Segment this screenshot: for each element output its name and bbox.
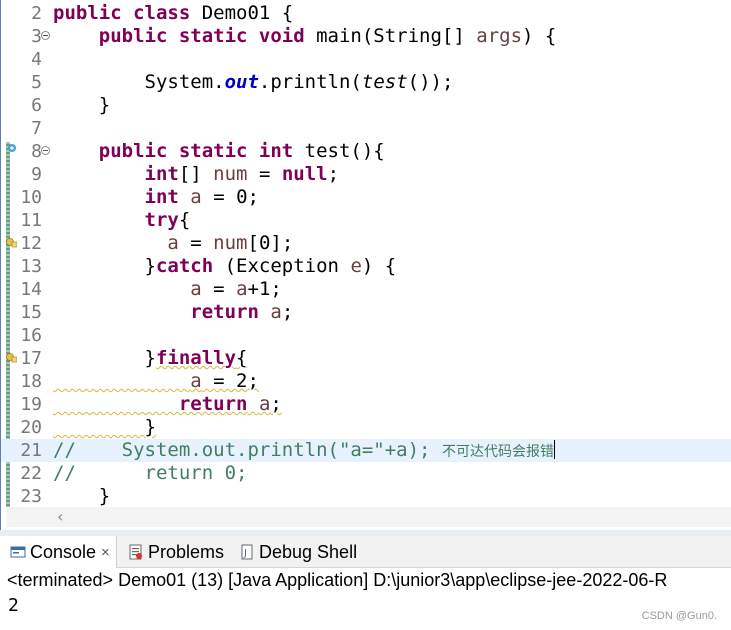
line-number: 10 (20, 187, 42, 208)
text-caret (553, 440, 555, 459)
line-number: 17 (20, 348, 42, 369)
debug-shell-icon: J (241, 544, 253, 560)
tab-problems[interactable]: Problems (128, 536, 224, 568)
code-line-current[interactable]: 21 // System.out.println("a="+a); 不可达代码会… (1, 439, 731, 462)
code-text[interactable]: } (53, 485, 110, 508)
line-number: 6 (31, 95, 42, 116)
code-text[interactable]: public static int test(){ (53, 140, 385, 163)
code-line[interactable]: 4 (1, 48, 731, 71)
line-number: 5 (31, 72, 42, 93)
code-text[interactable]: a = a+1; (53, 278, 282, 301)
tab-debug-shell[interactable]: J Debug Shell (239, 536, 357, 568)
code-text[interactable]: try{ (53, 209, 191, 232)
line-number: 9 (31, 164, 42, 185)
line-number: 7 (31, 118, 42, 139)
horizontal-scrollbar[interactable]: ‹ (7, 507, 731, 527)
code-text[interactable]: }finally{ (53, 347, 248, 370)
console-icon (10, 546, 26, 558)
code-line[interactable]: 2 public class Demo01 { (1, 2, 731, 25)
line-number: 22 (20, 463, 42, 484)
line-number: 4 (31, 49, 42, 70)
fold-collapse-icon[interactable] (41, 146, 50, 155)
panel-tab-bar: Console × Problems J Debug Shell (0, 536, 731, 568)
tab-label: Debug Shell (259, 541, 358, 562)
code-line[interactable]: 12 a = num[0]; (1, 232, 731, 255)
code-line[interactable]: 16 (1, 324, 731, 347)
code-line[interactable]: 7 (1, 117, 731, 140)
line-number: 14 (20, 279, 42, 300)
code-line[interactable]: 5 System.out.println(test()); (1, 71, 731, 94)
code-text[interactable]: a = num[0]; (53, 232, 293, 255)
code-line[interactable]: 8 public static int test(){ (1, 140, 731, 163)
watermark: CSDN @Gun0. (641, 610, 717, 622)
code-line[interactable]: 15 return a; (1, 301, 731, 324)
fold-collapse-icon[interactable] (41, 31, 50, 40)
code-text[interactable]: return a; (53, 393, 282, 416)
code-text[interactable]: }catch (Exception e) { (53, 255, 397, 278)
line-number: 23 (20, 486, 42, 507)
line-number: 2 (31, 3, 42, 24)
code-line[interactable]: 20 } (1, 416, 731, 439)
svg-text:J: J (243, 548, 247, 559)
code-text[interactable]: // System.out.println("a="+a); 不可达代码会报错 (53, 439, 555, 464)
comment-cjk-text: 不可达代码会报错 (441, 444, 554, 460)
line-number: 12 (20, 233, 42, 254)
code-text[interactable]: // return 0; (53, 462, 247, 485)
comment-text: // System.out.println("a="+a); (53, 439, 431, 461)
code-line[interactable]: 17 }finally{ (1, 347, 731, 370)
code-line[interactable]: 23 } (1, 485, 731, 508)
console-output[interactable]: 2 (8, 594, 19, 618)
code-line[interactable]: 11 try{ (1, 209, 731, 232)
line-number: 16 (20, 325, 42, 346)
code-text[interactable]: int[] num = null; (53, 163, 340, 186)
line-number: 20 (20, 417, 42, 438)
scroll-left-icon[interactable]: ‹ (57, 507, 63, 527)
code-line[interactable]: 3 public static void main(String[] args)… (1, 25, 731, 48)
code-line[interactable]: 14 a = a+1; (1, 278, 731, 301)
code-line[interactable]: 13 }catch (Exception e) { (1, 255, 731, 278)
console-view[interactable]: <terminated> Demo01 (13) [Java Applicati… (0, 568, 731, 630)
tab-label: Problems (148, 541, 225, 562)
tab-label: Console (30, 541, 97, 562)
code-line[interactable]: 19 return a; (1, 393, 731, 416)
code-text[interactable]: System.out.println(test()); (53, 71, 454, 94)
code-editor[interactable]: 2 public class Demo01 { 3 public static … (0, 0, 731, 530)
code-line[interactable]: 18 a = 2; (1, 370, 731, 393)
close-icon[interactable]: × (101, 544, 110, 561)
line-number: 11 (20, 210, 42, 231)
code-line[interactable]: 6 } (1, 94, 731, 117)
line-number: 18 (20, 371, 42, 392)
code-text[interactable]: public static void main(String[] args) { (53, 25, 557, 48)
code-line[interactable]: 9 int[] num = null; (1, 163, 731, 186)
console-status-line: <terminated> Demo01 (13) [Java Applicati… (7, 570, 668, 590)
line-number: 8 (31, 141, 42, 162)
line-number: 3 (31, 26, 42, 47)
line-number: 15 (20, 302, 42, 323)
line-number: 13 (20, 256, 42, 277)
code-text[interactable]: return a; (53, 301, 293, 324)
line-number: 21 (20, 440, 42, 461)
tab-console[interactable]: Console × (0, 536, 117, 568)
line-number: 19 (20, 394, 42, 415)
code-text[interactable]: } (53, 94, 110, 117)
problems-icon (129, 544, 142, 560)
code-text[interactable]: int a = 0; (53, 186, 259, 209)
code-text[interactable]: a = 2; (53, 370, 259, 393)
code-text[interactable]: } (53, 416, 156, 439)
code-line[interactable]: 10 int a = 0; (1, 186, 731, 209)
code-line[interactable]: 22 // return 0; (1, 462, 731, 485)
code-text[interactable]: public class Demo01 { (53, 2, 293, 25)
